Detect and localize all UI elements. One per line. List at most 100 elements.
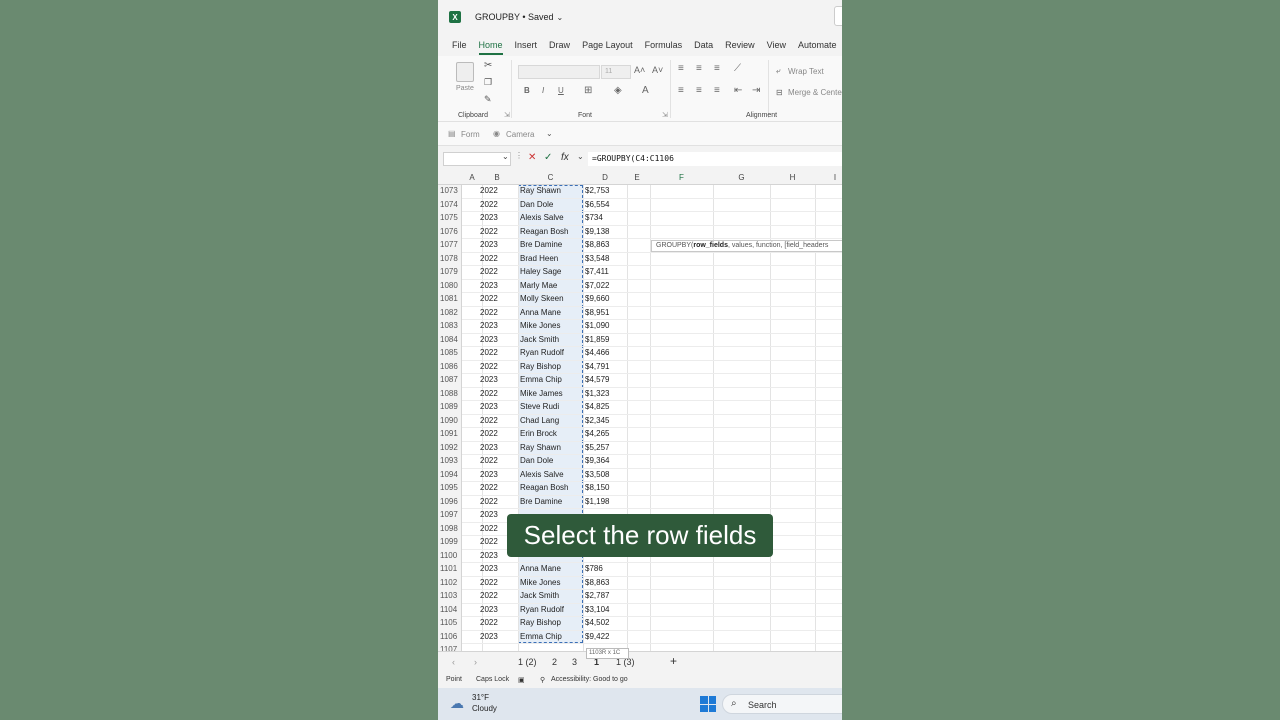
year-cell[interactable]: 2022 xyxy=(480,524,498,533)
amount-cell[interactable]: $3,104 xyxy=(585,605,609,614)
camera-button[interactable]: Camera xyxy=(506,130,534,139)
year-cell[interactable]: 2023 xyxy=(480,281,498,290)
year-cell[interactable]: 2022 xyxy=(480,186,498,195)
amount-cell[interactable]: $5,257 xyxy=(585,443,609,452)
amount-cell[interactable]: $1,090 xyxy=(585,321,609,330)
tab-formulas[interactable]: Formulas xyxy=(645,37,683,53)
amount-cell[interactable]: $2,753 xyxy=(585,186,609,195)
search-box-edge[interactable] xyxy=(834,6,842,26)
name-cell[interactable]: Alexis Salve xyxy=(520,213,564,222)
year-cell[interactable]: 2022 xyxy=(480,227,498,236)
wrap-text-icon[interactable]: ⤶ xyxy=(776,66,780,76)
name-cell[interactable]: Ryan Rudolf xyxy=(520,605,564,614)
align-bottom-icon[interactable]: ≡ xyxy=(714,63,720,74)
amount-cell[interactable]: $8,863 xyxy=(585,240,609,249)
name-cell[interactable]: Brad Heen xyxy=(520,254,558,263)
year-cell[interactable]: 2023 xyxy=(480,443,498,452)
amount-cell[interactable]: $9,138 xyxy=(585,227,609,236)
function-tooltip[interactable]: GROUPBY(row_fields, values, function, [f… xyxy=(651,240,842,252)
amount-cell[interactable]: $3,508 xyxy=(585,470,609,479)
name-cell[interactable]: Alexis Salve xyxy=(520,470,564,479)
amount-cell[interactable]: $9,660 xyxy=(585,294,609,303)
more-options-icon[interactable]: ⋮ xyxy=(515,151,523,160)
year-cell[interactable]: 2022 xyxy=(480,456,498,465)
merge-center-button[interactable]: Merge & Cente xyxy=(788,88,842,97)
bold-icon[interactable]: B xyxy=(524,86,530,95)
name-cell[interactable]: Ryan Rudolf xyxy=(520,348,564,357)
add-sheet-icon[interactable]: + xyxy=(670,654,677,668)
paste-icon[interactable] xyxy=(456,62,474,82)
amount-cell[interactable]: $1,323 xyxy=(585,389,609,398)
column-header-c[interactable]: C xyxy=(518,173,583,182)
next-sheet-icon[interactable]: › xyxy=(474,657,477,667)
macro-record-icon[interactable]: ▣ xyxy=(518,676,525,684)
weather-temp[interactable]: 31°F xyxy=(472,693,489,702)
amount-cell[interactable]: $4,466 xyxy=(585,348,609,357)
year-cell[interactable]: 2022 xyxy=(480,618,498,627)
year-cell[interactable]: 2022 xyxy=(480,537,498,546)
amount-cell[interactable]: $2,345 xyxy=(585,416,609,425)
amount-cell[interactable]: $9,364 xyxy=(585,456,609,465)
year-cell[interactable]: 2022 xyxy=(480,267,498,276)
status-accessibility[interactable]: Accessibility: Good to go xyxy=(551,676,628,683)
amount-cell[interactable]: $9,422 xyxy=(585,632,609,641)
font-name-box[interactable] xyxy=(518,65,600,79)
name-cell[interactable]: Bre Damine xyxy=(520,497,562,506)
year-cell[interactable]: 2022 xyxy=(480,362,498,371)
amount-cell[interactable]: $4,502 xyxy=(585,618,609,627)
name-cell[interactable]: Ray Bishop xyxy=(520,362,561,371)
amount-cell[interactable]: $4,825 xyxy=(585,402,609,411)
year-cell[interactable]: 2023 xyxy=(480,240,498,249)
insert-function-button[interactable]: fx xyxy=(561,152,569,163)
year-cell[interactable]: 2022 xyxy=(480,578,498,587)
year-cell[interactable]: 2023 xyxy=(480,632,498,641)
name-cell[interactable]: Mike Jones xyxy=(520,321,560,330)
name-cell[interactable]: Ray Shawn xyxy=(520,443,561,452)
increase-indent-icon[interactable]: ⇥ xyxy=(752,85,760,96)
name-cell[interactable]: Marly Mae xyxy=(520,281,557,290)
merge-icon[interactable]: ⊟ xyxy=(776,88,783,97)
format-painter-icon[interactable]: ✎ xyxy=(484,94,492,105)
year-cell[interactable]: 2022 xyxy=(480,416,498,425)
name-cell[interactable]: Bre Damine xyxy=(520,240,562,249)
name-cell[interactable]: Mike Jones xyxy=(520,578,560,587)
name-cell[interactable]: Chad Lang xyxy=(520,416,559,425)
year-cell[interactable]: 2023 xyxy=(480,564,498,573)
amount-cell[interactable]: $4,265 xyxy=(585,429,609,438)
chevron-down-icon[interactable]: ⌄ xyxy=(557,13,564,22)
font-color-icon[interactable]: A xyxy=(642,85,649,96)
name-cell[interactable]: Dan Dole xyxy=(520,456,553,465)
tab-data[interactable]: Data xyxy=(694,37,713,53)
grow-font-icon[interactable]: A˄ xyxy=(634,65,645,75)
decrease-indent-icon[interactable]: ⇤ xyxy=(734,85,742,96)
tab-page-layout[interactable]: Page Layout xyxy=(582,37,633,53)
name-cell[interactable]: Haley Sage xyxy=(520,267,561,276)
font-launcher-icon[interactable]: ⇲ xyxy=(662,111,668,119)
italic-icon[interactable]: I xyxy=(542,86,544,95)
name-cell[interactable]: Emma Chip xyxy=(520,632,562,641)
amount-cell[interactable]: $7,022 xyxy=(585,281,609,290)
tab-view[interactable]: View xyxy=(767,37,786,53)
column-header-d[interactable]: D xyxy=(583,173,627,182)
year-cell[interactable]: 2023 xyxy=(480,335,498,344)
sheet-tab[interactable]: 3 xyxy=(572,657,577,667)
shrink-font-icon[interactable]: A˅ xyxy=(652,65,663,75)
name-cell[interactable]: Jack Smith xyxy=(520,591,559,600)
column-header-e[interactable]: E xyxy=(627,173,647,182)
amount-cell[interactable]: $1,859 xyxy=(585,335,609,344)
align-right-icon[interactable]: ≡ xyxy=(714,85,720,96)
year-cell[interactable]: 2023 xyxy=(480,213,498,222)
accessibility-icon[interactable]: ⚲ xyxy=(540,676,545,684)
year-cell[interactable]: 2023 xyxy=(480,375,498,384)
form-button[interactable]: Form xyxy=(461,130,480,139)
wrap-text-button[interactable]: Wrap Text xyxy=(788,67,824,76)
amount-cell[interactable]: $734 xyxy=(585,213,603,222)
year-cell[interactable]: 2023 xyxy=(480,605,498,614)
year-cell[interactable]: 2022 xyxy=(480,200,498,209)
amount-cell[interactable]: $8,951 xyxy=(585,308,609,317)
name-cell[interactable]: Ray Bishop xyxy=(520,618,561,627)
year-cell[interactable]: 2023 xyxy=(480,321,498,330)
name-cell[interactable]: Molly Skeen xyxy=(520,294,564,303)
amount-cell[interactable]: $3,548 xyxy=(585,254,609,263)
year-cell[interactable]: 2023 xyxy=(480,470,498,479)
